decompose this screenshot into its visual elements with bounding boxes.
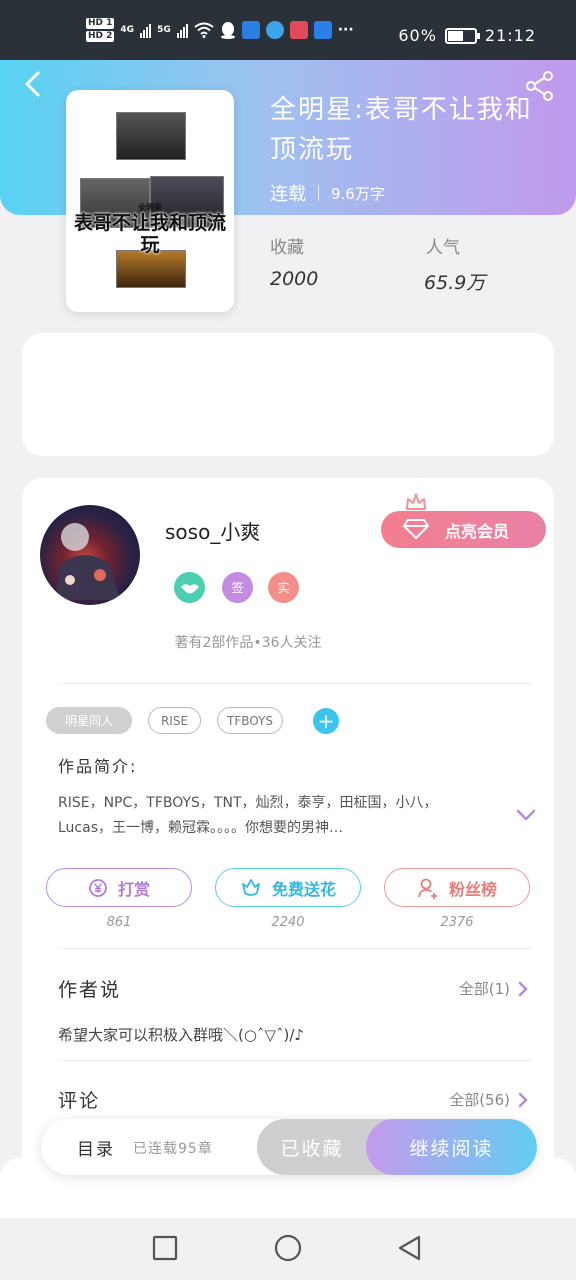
- back-icon[interactable]: [22, 70, 44, 98]
- tag-chip[interactable]: 明星同人: [46, 707, 132, 734]
- chevron-right-icon: [518, 981, 528, 996]
- clock: 21:12: [484, 26, 536, 45]
- cover-title: 表哥不让我和顶流玩: [73, 212, 226, 256]
- fan-ranking-button[interactable]: 粉丝榜: [384, 868, 530, 907]
- app-notification-icon: [241, 21, 260, 39]
- vip-button[interactable]: 点亮会员: [381, 511, 546, 548]
- chapters-count: 已连载95章: [133, 1141, 213, 1157]
- tip-count: 861: [106, 915, 132, 930]
- popularity-value: 65.9万: [424, 272, 486, 294]
- book-meta: 连载 9.6万字: [270, 180, 385, 206]
- tip-button[interactable]: 打赏: [46, 868, 192, 907]
- yen-coin-icon: [89, 878, 107, 897]
- signed-badge[interactable]: 签: [222, 572, 253, 603]
- fan-count: 2376: [440, 915, 474, 930]
- flower-count: 2240: [271, 915, 305, 930]
- cover-photo: [116, 112, 186, 160]
- author-name[interactable]: soso_小爽: [165, 516, 260, 545]
- avatar-image: [55, 523, 120, 600]
- word-count: 9.6万字: [331, 184, 385, 203]
- signal-icon-2: [176, 22, 188, 38]
- diamond-icon: [403, 519, 429, 539]
- sim2-label: HD 2: [86, 31, 115, 42]
- intro-text: RISE，NPC，TFBOYS，TNT，灿烈，泰亨，田柾国，小八，Lucas，王…: [58, 795, 438, 836]
- divider: [58, 1060, 532, 1061]
- author-says-more[interactable]: 全部(1): [459, 978, 528, 999]
- back-nav-icon[interactable]: [396, 1234, 424, 1262]
- tag-chip[interactable]: TFBOYS: [217, 707, 283, 734]
- continue-reading-button[interactable]: 继续阅读: [366, 1119, 537, 1175]
- author-summary: 著有2部作品•36人关注: [174, 635, 322, 651]
- handshake-badge-icon[interactable]: [174, 572, 205, 603]
- fan-ranking-label: 粉丝榜: [448, 879, 497, 899]
- meta-divider: [318, 185, 319, 201]
- sim-indicator: HD 1 HD 2: [86, 18, 115, 42]
- battery-percent: 60%: [398, 26, 437, 45]
- battery-icon: [444, 27, 480, 44]
- divider: [58, 683, 532, 684]
- collect-value: 2000: [270, 268, 319, 290]
- book-cover[interactable]: 全明星 表哥不让我和顶流玩: [66, 90, 234, 312]
- comments-more-label: 全部(56): [449, 1091, 510, 1109]
- browser-icon: [265, 21, 284, 39]
- author-says-title: 作者说: [58, 979, 122, 1001]
- collected-label: 已收藏: [280, 1137, 344, 1160]
- toc-button[interactable]: 目录: [77, 1135, 115, 1160]
- signal-icon: [140, 22, 152, 38]
- chevron-right-icon: [518, 1092, 528, 1107]
- recent-apps-icon[interactable]: [151, 1234, 179, 1262]
- home-icon[interactable]: [274, 1234, 302, 1262]
- comments-more[interactable]: 全部(56): [449, 1089, 528, 1110]
- book-app-icon: [289, 21, 308, 39]
- network-type-1: 4G: [120, 25, 135, 35]
- divider: [58, 948, 532, 949]
- chevron-down-icon[interactable]: [516, 808, 536, 822]
- send-flower-label: 免费送花: [271, 879, 336, 899]
- wifi-icon: [194, 22, 214, 38]
- status-bar: HD 1 HD 2 4G 5G ··· 60% 21:12: [0, 0, 576, 60]
- reader-bar: 目录 已连载95章 已收藏 继续阅读: [41, 1119, 537, 1175]
- comments-title: 评论: [58, 1090, 101, 1112]
- more-notifications: ···: [337, 22, 354, 38]
- verified-badge[interactable]: 实: [268, 572, 299, 603]
- flower-icon: [242, 878, 260, 896]
- collect-label: 收藏: [270, 238, 304, 258]
- author-says-more-label: 全部(1): [458, 980, 510, 998]
- popularity-label: 人气: [426, 238, 460, 258]
- vip-button-label: 点亮会员: [445, 521, 510, 541]
- network-type-2: 5G: [157, 25, 171, 35]
- book-title: 全明星:表哥不让我和顶流玩: [270, 95, 533, 165]
- avatar[interactable]: [40, 505, 140, 605]
- user-plus-icon: [418, 878, 437, 899]
- add-tag-icon[interactable]: +: [313, 708, 339, 734]
- signal-app-icon: [313, 21, 332, 39]
- author-says-text: 希望大家可以积极入群哦＼(○ˆ▽ˆ)/♪: [58, 1026, 304, 1044]
- qq-icon: [220, 22, 235, 39]
- send-flower-button[interactable]: 免费送花: [215, 868, 361, 907]
- sim1-label: HD 1: [86, 18, 115, 29]
- tag-chip[interactable]: RISE: [148, 707, 201, 734]
- banner-placeholder: [22, 333, 554, 456]
- intro-label: 作品简介:: [58, 757, 138, 776]
- tip-label: 打赏: [117, 879, 150, 899]
- system-nav-bar: [0, 1218, 576, 1280]
- book-status: 连载: [270, 184, 306, 205]
- crown-icon: [406, 493, 426, 510]
